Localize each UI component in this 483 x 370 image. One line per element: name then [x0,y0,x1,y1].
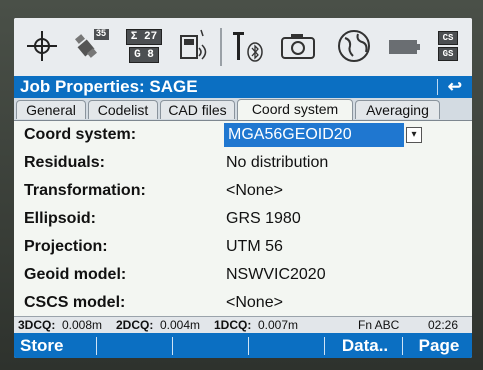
satellite-icon[interactable]: 35 [70,24,114,68]
store-button[interactable]: Store [20,333,90,358]
tab-averaging[interactable]: Averaging [355,100,440,119]
camera-icon[interactable] [276,24,320,68]
field-value: No distribution [226,154,329,171]
tab-coord-system[interactable]: Coord system [237,99,353,120]
coord-system-select[interactable]: MGA56GEOID20 [224,123,404,147]
tab-general[interactable]: General [16,100,86,119]
field-row-geoid-model: Geoid model: NSWVIC2020 [14,262,472,290]
storage-indicator[interactable]: CS GS [428,24,468,68]
field-label: Geoid model: [24,266,127,283]
softkey-separator [96,337,97,355]
softkey-separator [172,337,173,355]
globe-icon[interactable] [332,24,376,68]
clock: 02:26 [428,318,459,332]
back-icon[interactable]: ↩ [448,77,462,97]
storage-gs-icon: GS [437,47,459,61]
softkey-separator [402,337,403,355]
rod-bluetooth-icon[interactable] [228,24,268,68]
field-value: NSWVIC2020 [226,266,326,283]
field-label: Ellipsoid: [24,210,96,227]
field-row-residuals: Residuals: No distribution [14,150,472,178]
quality-info-bar: 3DCQ: 0.008m 2DCQ: 0.004m 1DCQ: 0.007m F… [14,316,472,334]
crosshair-icon[interactable] [22,24,62,68]
battery-icon[interactable] [384,24,424,68]
field-label: Transformation: [24,182,146,199]
title-bar: Job Properties: SAGE ↩ [14,76,472,98]
field-value: <None> [226,182,283,199]
title-separator [437,79,438,95]
screen: 35 Σ 27 G 8 CS GS Job Properties: SAGE ↩… [14,18,472,358]
q3d-value: 0.008m [62,318,103,332]
sat-total-count: Σ 27 [125,29,163,45]
field-value: GRS 1980 [226,210,301,227]
dropdown-icon[interactable]: ▾ [406,127,422,143]
tab-codelist[interactable]: Codelist [88,100,158,119]
softkey-separator [248,337,249,355]
input-mode-indicator: Fn ABC [358,318,400,332]
field-row-cscs-model: CSCS model: <None> [14,290,472,318]
field-row-ellipsoid: Ellipsoid: GRS 1980 [14,206,472,234]
satellite-count-badge: 35 [96,28,107,38]
status-bar: 35 Σ 27 G 8 CS GS [14,18,472,77]
field-row-coord-system: Coord system: MGA56GEOID20 ▾ [14,122,472,150]
status-separator [220,28,222,66]
field-row-projection: Projection: UTM 56 [14,234,472,262]
tab-cad-files[interactable]: CAD files [160,100,235,119]
field-row-transformation: Transformation: <None> [14,178,472,206]
field-label: CSCS model: [24,294,126,311]
q2d-label: 2DCQ: [116,318,154,332]
radio-icon[interactable] [174,24,214,68]
page-button[interactable]: Page [408,333,470,358]
satellite-count-panel[interactable]: Σ 27 G 8 [120,24,168,68]
data-button[interactable]: Data.. [332,333,398,358]
field-label: Residuals: [24,154,105,171]
q3d-label: 3DCQ: [18,318,56,332]
q1d-label: 1DCQ: [214,318,252,332]
softkey-separator [324,337,325,355]
tab-bar: General Codelist CAD files Coord system … [14,98,472,121]
field-value: <None> [226,294,283,311]
field-value: UTM 56 [226,238,283,255]
storage-cs-icon: CS [437,31,459,45]
field-label: Projection: [24,238,108,255]
q2d-value: 0.004m [160,318,201,332]
softkey-bar: Store Data.. Page [14,333,472,358]
q1d-value: 0.007m [258,318,299,332]
page-title: Job Properties: SAGE [20,77,198,96]
sat-gps-count: G 8 [129,47,159,63]
field-label: Coord system: [24,126,137,143]
